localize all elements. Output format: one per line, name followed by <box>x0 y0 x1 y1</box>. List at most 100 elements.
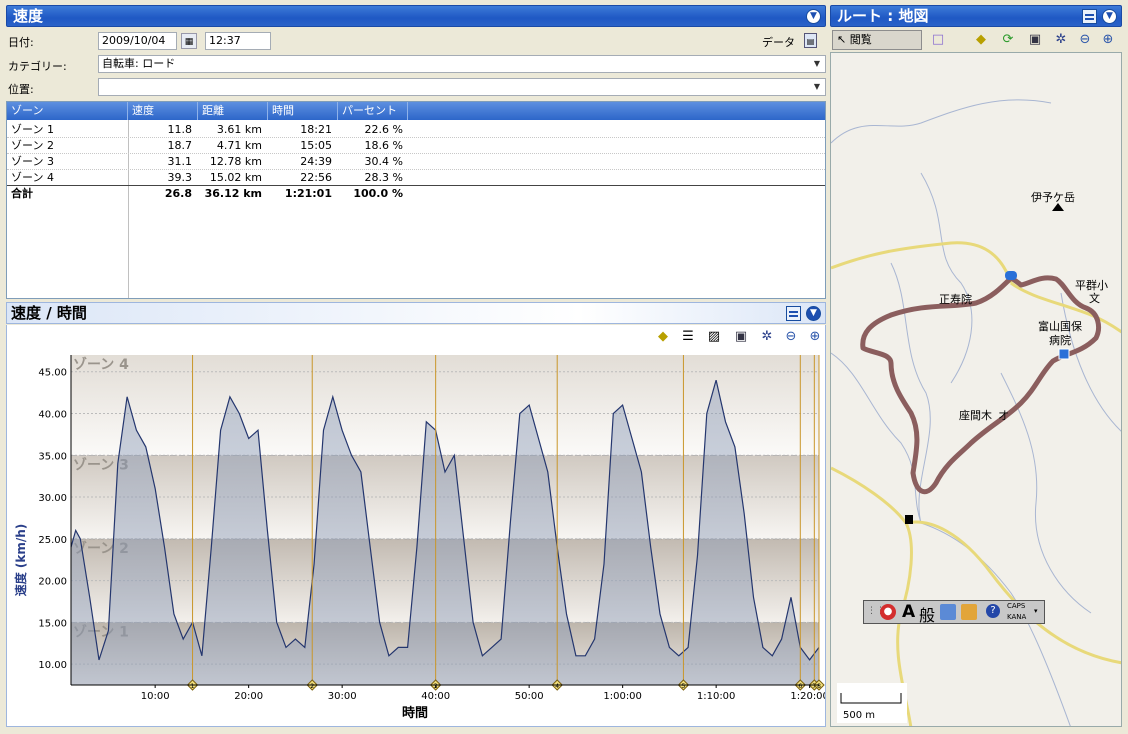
y-tick-label: 40.00 <box>38 409 67 420</box>
chevron-down-icon[interactable]: ▼ <box>810 56 824 72</box>
speed-panel-title: 速度 ▼ <box>6 5 826 27</box>
cell-time: 18:21 <box>300 123 332 136</box>
category-value: 自転車: ロード <box>102 57 176 70</box>
col-zone[interactable]: ゾーン <box>7 102 128 120</box>
chart-panel-title: 速度 / 時間 ▼ <box>6 302 826 324</box>
table-icon[interactable]: ☰ <box>680 329 696 345</box>
start-marker-icon <box>1005 271 1017 280</box>
cell-speed: 18.7 <box>167 139 193 152</box>
col-distance[interactable]: 距離 <box>198 102 268 120</box>
layout-icon[interactable] <box>786 306 801 321</box>
chart-toolbar: ◆ ☰ ▨ ▣ ✲ ⊖ ⊕ <box>6 325 826 349</box>
y-axis-title: 速度 (km/h) <box>13 524 28 597</box>
chart-panel-title-text: 速度 / 時間 <box>11 304 87 322</box>
location-label: 位置: <box>8 83 34 96</box>
browse-button[interactable]: ↖ 閲覧 <box>832 30 922 50</box>
y-tick-label: 45.00 <box>38 368 67 379</box>
lap-marker-label: 5 <box>682 683 686 690</box>
scale-label: 500 m <box>843 710 875 721</box>
settings-icon[interactable]: ✲ <box>1053 32 1069 48</box>
finish-marker-icon <box>1058 348 1070 360</box>
location-select[interactable]: ▼ <box>98 78 826 96</box>
browse-label: 閲覧 <box>849 33 872 46</box>
lap-marker-label: 2 <box>310 683 314 690</box>
lap-marker-label: 6 <box>798 683 802 690</box>
speed-chart[interactable]: ゾーン 1ゾーン 2ゾーン 3ゾーン 4 12345678 10.0015.00… <box>7 349 825 725</box>
route-map[interactable]: 伊予ケ岳 正寿院 平群小 文 富山国保 病院 座間木 オ 500 m <box>830 52 1122 727</box>
category-select[interactable]: 自転車: ロード ▼ <box>98 55 826 73</box>
table-row[interactable]: ゾーン 3 31.1 12.78 km 24:39 30.4 % <box>7 154 825 170</box>
cell-percent: 28.3 % <box>364 171 403 184</box>
chart-icon[interactable]: ▨ <box>706 329 722 345</box>
cell-zone: ゾーン 4 <box>11 171 54 184</box>
settings-icon[interactable]: ✲ <box>759 329 775 345</box>
panel-collapse-icon[interactable]: ▼ <box>806 9 821 24</box>
place-label: オ <box>998 409 1009 422</box>
total-row[interactable]: 合計 26.8 36.12 km 1:21:01 100.0 % <box>7 186 825 202</box>
cursor-icon: ↖ <box>837 33 847 46</box>
chart-area: ゾーン 1ゾーン 2ゾーン 3ゾーン 4 12345678 10.0015.00… <box>6 349 826 727</box>
table-row[interactable]: ゾーン 2 18.7 4.71 km 15:05 18.6 % <box>7 138 825 154</box>
dictionary-icon[interactable] <box>940 604 956 620</box>
data-label[interactable]: データ <box>762 34 795 50</box>
zoom-in-icon[interactable]: ⊕ <box>807 329 823 345</box>
save-icon[interactable]: ▣ <box>1027 32 1043 48</box>
cell-speed: 26.8 <box>164 187 192 200</box>
select-box-icon[interactable]: □ <box>930 32 946 48</box>
cell-speed: 11.8 <box>167 123 193 136</box>
table-row[interactable]: ゾーン 4 39.3 15.02 km 22:56 28.3 % <box>7 170 825 186</box>
panel-collapse-icon[interactable]: ▼ <box>1102 9 1117 24</box>
calculator-icon[interactable]: ▤ <box>804 33 817 48</box>
diamond-icon[interactable]: ◆ <box>655 329 671 345</box>
caps-indicator: CAPS <box>1007 602 1026 610</box>
cell-distance: 3.61 km <box>216 123 262 136</box>
chevron-down-icon[interactable]: ▼ <box>810 79 824 95</box>
lap-marker-label: 1 <box>191 683 195 690</box>
col-speed[interactable]: 速度 <box>128 102 198 120</box>
x-tick-label: 1:10:00 <box>697 691 736 702</box>
zone-label: ゾーン 4 <box>73 356 129 373</box>
place-label: 病院 <box>1049 333 1071 347</box>
x-axis-title: 時間 <box>402 705 428 721</box>
tools-icon[interactable] <box>961 604 977 620</box>
calendar-icon[interactable]: ▦ <box>181 33 197 49</box>
col-time[interactable]: 時間 <box>268 102 338 120</box>
place-label: 伊予ケ岳 <box>1031 191 1075 204</box>
zoom-in-icon[interactable]: ⊕ <box>1100 32 1116 48</box>
map-canvas[interactable]: 伊予ケ岳 正寿院 平群小 文 富山国保 病院 座間木 オ 500 m <box>831 53 1122 727</box>
time-field[interactable]: 12:37 <box>205 32 271 50</box>
refresh-icon[interactable]: ⟳ <box>1000 32 1016 48</box>
route-line <box>860 275 1101 495</box>
kana-indicator: KANA <box>1007 613 1027 621</box>
cell-percent: 100.0 % <box>353 187 403 200</box>
help-icon[interactable]: ? <box>986 604 1000 618</box>
save-icon[interactable]: ▣ <box>733 329 749 345</box>
zoom-out-icon[interactable]: ⊖ <box>1077 32 1093 48</box>
panel-collapse-icon[interactable]: ▼ <box>806 306 821 321</box>
x-tick-label: 30:00 <box>328 691 357 702</box>
cell-distance: 12.78 km <box>209 155 262 168</box>
zoom-out-icon[interactable]: ⊖ <box>783 329 799 345</box>
cell-zone: ゾーン 1 <box>11 123 54 136</box>
y-tick-label: 10.00 <box>38 660 67 671</box>
ime-language-bar[interactable]: ⋮⋮ ● A 般 ? CAPS KANA ▾ <box>863 600 1045 626</box>
cell-time: 24:39 <box>300 155 332 168</box>
layout-icon[interactable] <box>1082 9 1097 24</box>
col-percent[interactable]: パーセント <box>338 102 408 120</box>
zone-table: ゾーン 速度 距離 時間 パーセント ゾーン 1 11.8 3.61 km 18… <box>6 101 826 299</box>
diamond-icon[interactable]: ◆ <box>973 32 989 48</box>
y-tick-label: 15.00 <box>38 618 67 629</box>
category-label: カテゴリー: <box>8 60 67 73</box>
x-tick-label: 20:00 <box>234 691 263 702</box>
date-field[interactable]: 2009/10/04 <box>98 32 177 50</box>
ime-pad-icon[interactable]: ● <box>880 604 896 620</box>
place-label: 文 <box>1089 291 1100 305</box>
date-label: 日付: <box>8 36 34 49</box>
ime-kanji-button[interactable]: 般 <box>919 602 935 626</box>
x-tick-label: 10:00 <box>141 691 170 702</box>
ime-options-icon[interactable]: ▾ <box>1034 607 1038 615</box>
ime-mode-button[interactable]: A <box>902 602 915 622</box>
mountain-icon <box>1052 203 1064 211</box>
table-row[interactable]: ゾーン 1 11.8 3.61 km 18:21 22.6 % <box>7 122 825 138</box>
cell-zone: ゾーン 2 <box>11 139 54 152</box>
